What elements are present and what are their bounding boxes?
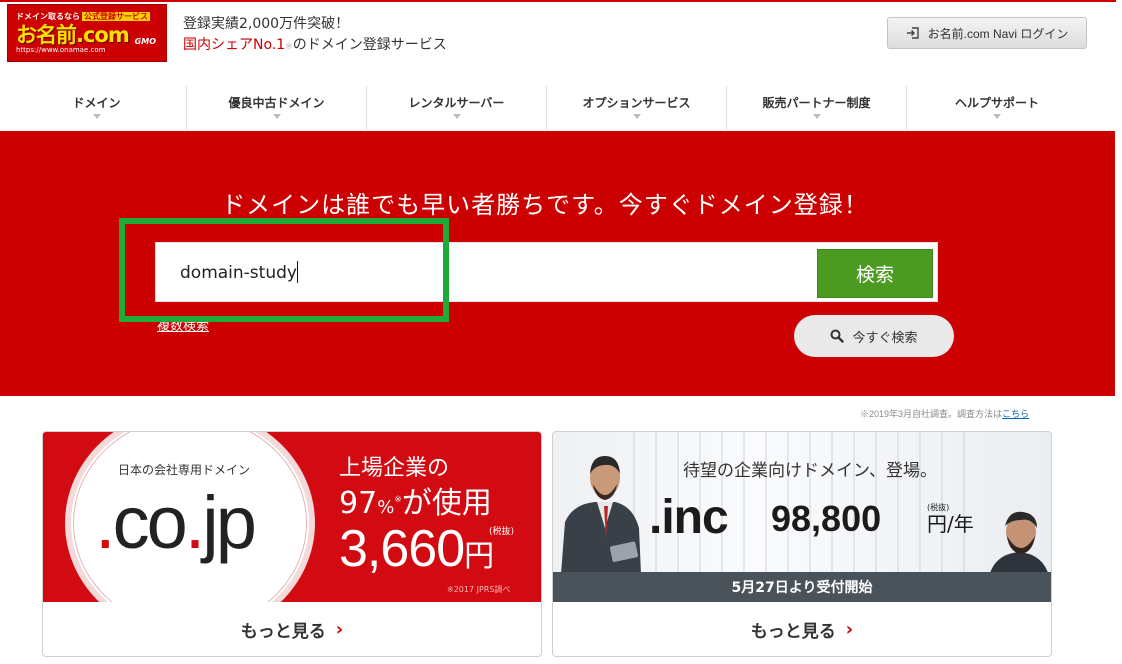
caret-down-icon <box>92 114 101 119</box>
nav-label: 優良中古ドメイン <box>228 96 325 110</box>
cojp-footnote: ※2017 JPRS調べ <box>447 585 511 594</box>
inc-card[interactable]: 待望の企業向けドメイン、登場。 .inc 98,800 (税抜) 円/年 5月2… <box>552 431 1052 657</box>
caret-down-icon <box>272 114 281 119</box>
nav-label: オプションサービス <box>582 96 691 110</box>
cojp-banner[interactable]: 日本の会社専用ドメイン .co.jp 上場企業の 97%※が使用 3,660円 … <box>43 432 541 602</box>
caret-down-icon <box>812 114 821 119</box>
nav-item-rental-server[interactable]: レンタルサーバー <box>367 86 547 130</box>
logo-url: https://www.onamae.com <box>16 46 106 54</box>
navi-login-button[interactable]: お名前.com Navi ログイン <box>887 17 1087 49</box>
search-icon <box>830 329 845 343</box>
nav-item-help[interactable]: ヘルプサポート <box>907 86 1087 130</box>
input-highlight-box <box>119 218 449 322</box>
onamae-logo[interactable]: ドメイン取るなら 公式登録サービス お名前.com https://www.ona… <box>7 4 167 62</box>
inc-domain: .inc <box>649 491 729 544</box>
tagline-secondary: 国内シェアNo.1※のドメイン登録サービス <box>183 34 447 54</box>
tagline-share: 国内シェアNo.1 <box>183 37 286 53</box>
main-nav: ドメイン 優良中古ドメイン レンタルサーバー オプションサービス 販売パートナー… <box>7 86 1087 130</box>
nav-label: ヘルプサポート <box>954 96 1039 110</box>
nav-label: 販売パートナー制度 <box>762 96 871 110</box>
nav-item-domain[interactable]: ドメイン <box>7 86 187 130</box>
caret-down-icon <box>452 114 461 119</box>
hero-title: ドメインは誰でも早い者勝ちです。今すぐドメイン登録！ <box>221 191 869 219</box>
inc-more-link[interactable]: もっと見る › <box>553 602 1051 656</box>
login-icon <box>906 27 919 39</box>
cojp-domain: .co.jp <box>95 481 257 564</box>
cojp-card[interactable]: 日本の会社専用ドメイン .co.jp 上場企業の 97%※が使用 3,660円 … <box>42 431 542 657</box>
nav-item-partner[interactable]: 販売パートナー制度 <box>727 86 907 130</box>
chevron-right-icon: › <box>845 619 854 640</box>
inc-price: 98,800 <box>771 498 882 539</box>
more-label: もっと見る <box>240 622 326 642</box>
nav-label: ドメイン <box>72 96 121 110</box>
survey-note: ※2019年3月自社調査。調査方法はこちら <box>860 407 1029 420</box>
cojp-percentage: 97%※が使用 <box>339 486 492 521</box>
navi-login-label: お名前.com Navi ログイン <box>927 26 1069 41</box>
survey-note-text: ※2019年3月自社調査。調査方法は <box>860 409 1003 419</box>
nav-label: レンタルサーバー <box>408 96 505 110</box>
instant-search-label: 今すぐ検索 <box>852 330 918 346</box>
cojp-price: 3,660円 <box>339 520 494 578</box>
inc-unit: 円/年 <box>927 512 974 536</box>
cojp-more-link[interactable]: もっと見る › <box>43 602 541 656</box>
inc-banner[interactable]: 待望の企業向けドメイン、登場。 .inc 98,800 (税抜) 円/年 5月2… <box>553 432 1051 602</box>
chevron-right-icon: › <box>335 619 344 640</box>
caret-down-icon <box>632 114 641 119</box>
search-button[interactable]: 検索 <box>817 249 933 298</box>
cojp-tax: (税抜) <box>489 527 515 537</box>
survey-method-link[interactable]: こちら <box>1002 409 1029 419</box>
site-header: ドメイン取るなら 公式登録サービス お名前.com https://www.ona… <box>0 0 1122 76</box>
tagline-main: 登録実績2,000万件突破！ <box>183 16 350 32</box>
businessman-illustration <box>561 456 641 574</box>
inc-start-date: 5月27日より受付開始 <box>553 572 1051 602</box>
logo-brand: お名前.com <box>16 23 130 47</box>
logo-gmo: GMO <box>134 37 156 46</box>
tagline-rest: のドメイン登録サービス <box>292 37 447 53</box>
bearded-man-illustration <box>989 511 1049 576</box>
nav-item-used-domain[interactable]: 優良中古ドメイン <box>187 86 367 130</box>
caret-down-icon <box>993 114 1001 119</box>
domain-search-hero: ドメインは誰でも早い者勝ちです。今すぐドメイン登録！ 検索 複数検索 今すぐ検索 <box>0 131 1115 396</box>
more-label: もっと見る <box>750 622 836 642</box>
nav-item-option-service[interactable]: オプションサービス <box>547 86 727 130</box>
inc-lead: 待望の企業向けドメイン、登場。 <box>683 461 937 481</box>
instant-search-button[interactable]: 今すぐ検索 <box>794 315 954 357</box>
cojp-subtitle: 日本の会社専用ドメイン <box>118 463 251 477</box>
tagline-note-mark: ※ <box>285 42 293 52</box>
